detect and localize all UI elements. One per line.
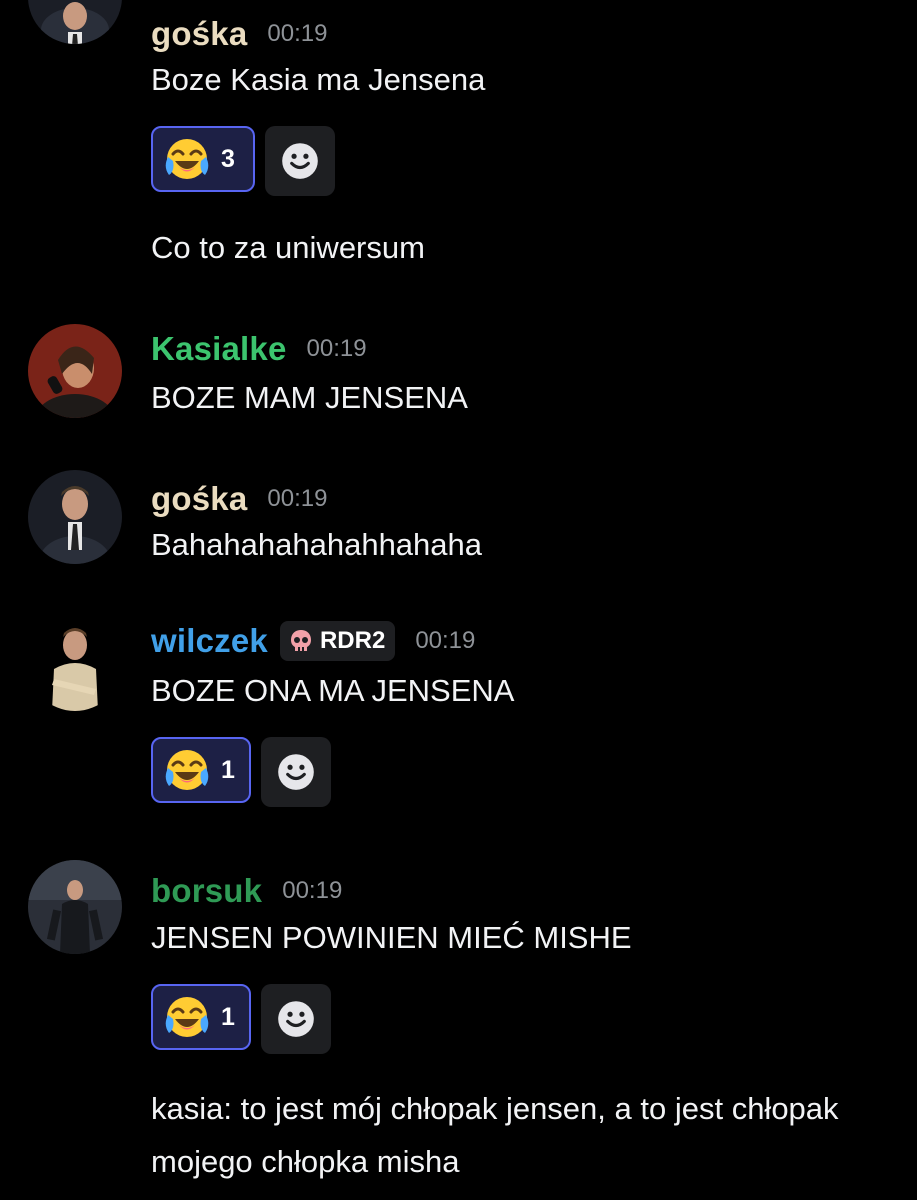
message-text: Bahahahahahahhahaha <box>151 527 483 562</box>
joy-emoji-icon <box>165 137 209 181</box>
add-reaction-button[interactable] <box>265 126 335 196</box>
reactions-bar: 1 <box>151 984 331 1054</box>
add-reaction-button[interactable] <box>261 984 331 1054</box>
message-header: gośka 00:19 <box>151 480 327 518</box>
smiley-icon <box>281 142 319 180</box>
avatar-image <box>28 324 122 418</box>
avatar-image <box>28 860 122 954</box>
username[interactable]: wilczek <box>151 622 268 660</box>
username[interactable]: gośka <box>151 15 247 53</box>
username[interactable]: gośka <box>151 480 247 518</box>
guild-tag[interactable]: RDR2 <box>279 621 396 661</box>
skull-icon <box>290 630 311 651</box>
message-kasialke: Kasialke 00:19 BOZE MAM JENSENA <box>0 320 917 430</box>
avatar[interactable] <box>28 470 122 564</box>
avatar-image <box>28 617 122 711</box>
message-goska-2: gośka 00:19 Bahahahahahahhahaha <box>0 470 917 580</box>
message-goska-1: gośka 00:19 Boze Kasia ma Jensena 3 Co t… <box>0 0 917 290</box>
avatar-image <box>28 0 122 44</box>
timestamp: 00:19 <box>267 485 328 512</box>
smiley-icon <box>277 1000 315 1038</box>
avatar[interactable] <box>28 0 122 44</box>
timestamp: 00:19 <box>282 877 343 904</box>
message-text: JENSEN POWINIEN MIEĆ MISHE <box>151 920 632 955</box>
message-text: Boze Kasia ma Jensena <box>151 62 486 97</box>
reactions-bar: 3 <box>151 126 335 196</box>
reaction-joy[interactable]: 1 <box>151 984 251 1050</box>
reaction-joy[interactable]: 1 <box>151 737 251 803</box>
message-text: kasia: to jest mój chłopak jensen, a to … <box>151 1091 839 1179</box>
message-borsuk: borsuk 00:19 JENSEN POWINIEN MIEĆ MISHE … <box>0 860 917 1200</box>
avatar[interactable] <box>28 860 122 954</box>
reaction-count: 1 <box>221 755 235 784</box>
message-text: BOZE MAM JENSENA <box>151 380 468 415</box>
message-text: Co to za uniwersum <box>151 230 425 265</box>
avatar[interactable] <box>28 617 122 711</box>
timestamp: 00:19 <box>306 335 367 362</box>
avatar-image <box>28 470 122 564</box>
message-header: gośka 00:19 <box>151 15 327 53</box>
timestamp: 00:19 <box>415 627 476 654</box>
reaction-count: 1 <box>221 1002 235 1031</box>
joy-emoji-icon <box>165 748 209 792</box>
avatar[interactable] <box>28 324 122 418</box>
reaction-joy[interactable]: 3 <box>151 126 255 192</box>
timestamp: 00:19 <box>267 20 328 47</box>
message-header: borsuk 00:19 <box>151 872 342 910</box>
joy-emoji-icon <box>165 995 209 1039</box>
message-wilczek: wilczek RDR2 00:19 BOZE ONA MA JENSENA 1 <box>0 615 917 815</box>
message-header: wilczek RDR2 00:19 <box>151 621 475 661</box>
reaction-count: 3 <box>221 144 235 173</box>
smiley-icon <box>277 753 315 791</box>
guild-tag-label: RDR2 <box>319 627 386 654</box>
message-header: Kasialke 00:19 <box>151 330 367 368</box>
reactions-bar: 1 <box>151 737 331 807</box>
add-reaction-button[interactable] <box>261 737 331 807</box>
username[interactable]: Kasialke <box>151 330 287 368</box>
message-text: BOZE ONA MA JENSENA <box>151 673 515 708</box>
username[interactable]: borsuk <box>151 872 262 910</box>
